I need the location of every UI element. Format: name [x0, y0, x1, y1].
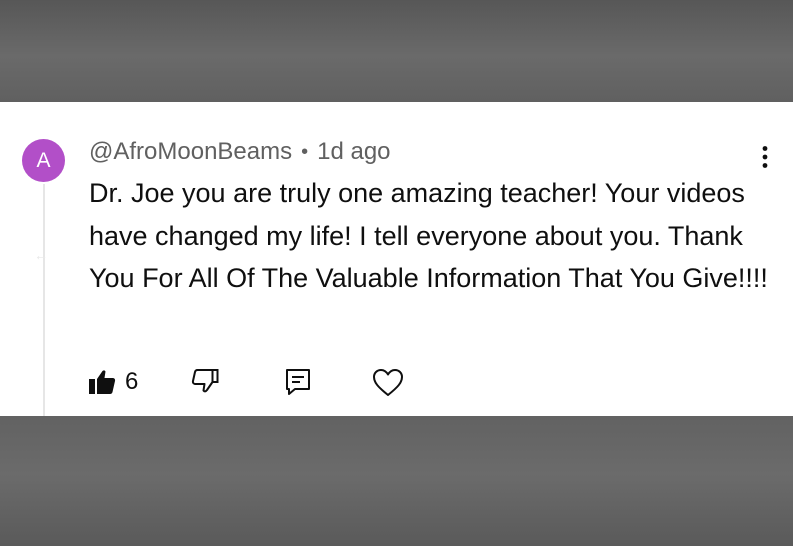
thread-arrow-icon: ←	[34, 247, 48, 263]
reply-button[interactable]	[285, 364, 311, 400]
avatar[interactable]: A	[22, 139, 65, 182]
meta-separator: •	[301, 140, 309, 163]
thumbs-down-icon	[190, 368, 220, 396]
comment-text: Dr. Joe you are truly one amazing teache…	[89, 178, 768, 293]
comment-action-bar: 6	[0, 364, 793, 400]
background-video-top	[0, 0, 793, 102]
comment-card: ← A @AfroMoonBeams • 1d ago Dr. Joe you …	[0, 102, 793, 416]
like-count: 6	[125, 368, 139, 395]
more-vertical-icon[interactable]	[752, 144, 778, 170]
timestamp[interactable]: 1d ago	[317, 138, 390, 166]
like-button[interactable]: 6	[88, 364, 138, 400]
dislike-button[interactable]	[190, 364, 220, 400]
author-handle[interactable]: @AfroMoonBeams	[89, 138, 292, 166]
background-video-bottom	[0, 416, 793, 546]
heart-icon	[372, 368, 404, 397]
thumbs-up-filled-icon	[88, 369, 116, 395]
heart-button[interactable]	[372, 364, 404, 400]
comment-meta: @AfroMoonBeams • 1d ago	[89, 137, 391, 167]
avatar-letter: A	[36, 148, 51, 172]
reply-comment-icon	[285, 368, 311, 396]
